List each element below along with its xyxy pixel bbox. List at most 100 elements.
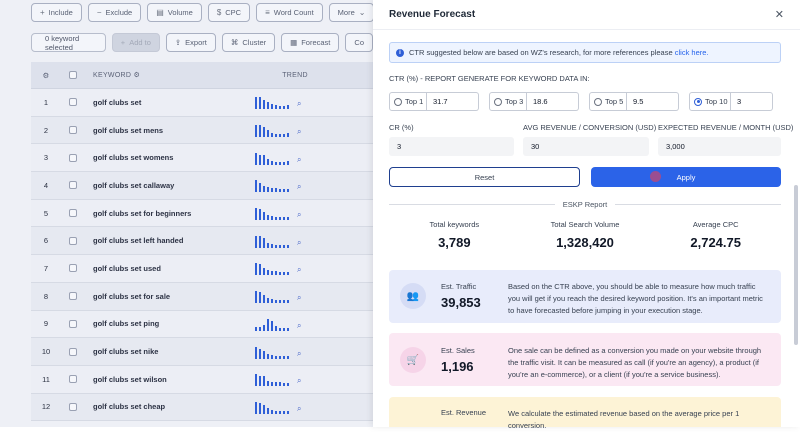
search-icon[interactable]: ⌕ (297, 238, 301, 248)
top-10-radio[interactable]: Top 10 (689, 92, 731, 111)
keyword-cell[interactable]: golf clubs set ping (85, 319, 255, 328)
row-checkbox[interactable] (69, 98, 77, 107)
top-5-input[interactable]: 9.5 (627, 92, 679, 111)
trend-bar (275, 355, 277, 359)
table-row[interactable]: 11 golf clubs set wilson ⌕ (31, 365, 373, 394)
keyword-cell[interactable]: golf clubs set (85, 98, 255, 107)
keyword-cell[interactable]: golf clubs set womens (85, 153, 255, 162)
exclude-button[interactable]: − Exclude (87, 3, 142, 22)
table-row[interactable]: 3 golf clubs set womens ⌕ (31, 144, 373, 173)
table-row[interactable]: 7 golf clubs set used ⌕ (31, 255, 373, 283)
row-checkbox[interactable] (69, 264, 77, 273)
search-icon[interactable]: ⌕ (297, 404, 301, 414)
keyword-cell[interactable]: golf clubs set for sale (85, 292, 255, 301)
trend-bar (279, 244, 281, 248)
table-row[interactable]: 6 golf clubs set left handed ⌕ (31, 227, 373, 256)
table-row[interactable]: 8 golf clubs set for sale ⌕ (31, 282, 373, 311)
trend-bar (267, 158, 269, 165)
row-checkbox[interactable] (69, 209, 77, 218)
row-checkbox[interactable] (69, 126, 77, 135)
reset-button[interactable]: Reset (389, 167, 580, 187)
trend-bar (255, 401, 257, 414)
apply-button[interactable]: Apply (591, 167, 781, 187)
table-row[interactable]: 12 golf clubs set cheap ⌕ (31, 393, 373, 422)
search-icon[interactable]: ⌕ (297, 182, 301, 192)
table-row[interactable]: 5 golf clubs set for beginners ⌕ (31, 199, 373, 228)
search-icon[interactable]: ⌕ (297, 349, 301, 359)
users-icon: 👥 (400, 283, 426, 309)
drawer-header: Revenue Forecast ✕ (373, 0, 800, 30)
row-checkbox[interactable] (69, 181, 77, 190)
settings-icon[interactable]: ⚙ (31, 71, 61, 80)
trend-bar (255, 326, 257, 331)
trend-bar (263, 350, 265, 359)
word-count-button[interactable]: ≡ Word Count (256, 3, 323, 22)
ctr-heading: CTR (%) - REPORT GENERATE FOR KEYWORD DA… (389, 74, 590, 83)
search-icon[interactable]: ⌕ (297, 155, 301, 165)
keyword-cell[interactable]: golf clubs set for beginners (85, 209, 255, 218)
trend-bar (263, 295, 265, 304)
row-checkbox[interactable] (69, 153, 77, 162)
keyword-cell[interactable]: golf clubs set wilson (85, 375, 255, 384)
keyword-cell[interactable]: golf clubs set nike (85, 347, 255, 356)
row-checkbox[interactable] (69, 347, 77, 356)
trend-bar (287, 355, 289, 359)
cluster-button[interactable]: ⌘ Cluster (221, 33, 276, 52)
trend-bar (263, 376, 265, 387)
table-row[interactable]: 2 golf clubs set mens ⌕ (31, 116, 373, 145)
keyword-cell[interactable]: golf clubs set left handed (85, 236, 255, 245)
est-sales-card: 🛒 Est. Sales 1,196 One sale can be defin… (389, 333, 781, 386)
search-icon[interactable]: ⌕ (297, 376, 301, 386)
keyword-cell[interactable]: golf clubs set mens (85, 126, 255, 135)
expected-revenue-input[interactable]: 3,000 (658, 137, 781, 156)
top-5-radio[interactable]: Top 5 (589, 92, 627, 111)
row-checkbox[interactable] (69, 402, 77, 411)
search-icon[interactable]: ⌕ (297, 99, 301, 109)
keyword-cell[interactable]: golf clubs set callaway (85, 181, 255, 190)
co-button[interactable]: Co (345, 33, 373, 52)
export-button[interactable]: ⇪ Export (165, 33, 216, 52)
keyword-cell[interactable]: golf clubs set cheap (85, 402, 255, 411)
select-all-checkbox[interactable] (69, 71, 77, 79)
row-checkbox[interactable] (69, 319, 77, 328)
cpc-button[interactable]: $ CPC (207, 3, 251, 22)
add-to-button[interactable]: + Add to (111, 33, 160, 52)
table-row[interactable]: 1 golf clubs set ⌕ (31, 89, 373, 117)
trend-bar (279, 327, 281, 331)
search-icon[interactable]: ⌕ (297, 293, 301, 303)
selected-count: 0 keyword selected (31, 33, 106, 52)
row-checkbox[interactable] (69, 375, 77, 384)
top-1-input[interactable]: 31.7 (427, 92, 479, 111)
trend-bar (263, 186, 265, 193)
search-icon[interactable]: ⌕ (297, 210, 301, 220)
top-3-radio[interactable]: Top 3 (489, 92, 527, 111)
scrollbar[interactable] (794, 185, 798, 345)
avg-revenue-input[interactable]: 30 (523, 137, 649, 156)
top-3-input[interactable]: 18.6 (527, 92, 579, 111)
top-1-radio[interactable]: Top 1 (389, 92, 427, 111)
trend-sparkline: ⌕ (255, 206, 365, 221)
close-icon[interactable]: ✕ (775, 8, 784, 21)
more-button[interactable]: More ⌄ (328, 3, 373, 22)
trend-bar (275, 410, 277, 414)
click-here-link[interactable]: click here. (675, 48, 709, 57)
search-icon[interactable]: ⌕ (297, 265, 301, 275)
keyword-column-header[interactable]: KEYWORD (93, 72, 131, 79)
settings-icon[interactable]: ⚙ (134, 72, 141, 79)
table-row[interactable]: 9 golf clubs set ping ⌕ (31, 310, 373, 339)
row-checkbox[interactable] (69, 236, 77, 245)
table-row[interactable]: 4 golf clubs set callaway ⌕ (31, 172, 373, 200)
include-button[interactable]: + Include (31, 3, 82, 22)
top-10-input[interactable]: 3 (731, 92, 773, 111)
search-icon[interactable]: ⌕ (297, 321, 301, 331)
table-row[interactable]: 10 golf clubs set nike ⌕ (31, 338, 373, 366)
volume-button[interactable]: ▤ Volume (147, 3, 202, 22)
forecast-button[interactable]: ▦ Forecast (281, 33, 340, 52)
row-checkbox[interactable] (69, 292, 77, 301)
trend-bar (271, 354, 273, 359)
chevron-down-icon: ⌄ (358, 8, 366, 17)
search-icon[interactable]: ⌕ (297, 127, 301, 137)
cr-input[interactable]: 3 (389, 137, 514, 156)
keyword-cell[interactable]: golf clubs set used (85, 264, 255, 273)
report-stats: Total keywords 3,789 Total Search Volume… (389, 220, 781, 250)
